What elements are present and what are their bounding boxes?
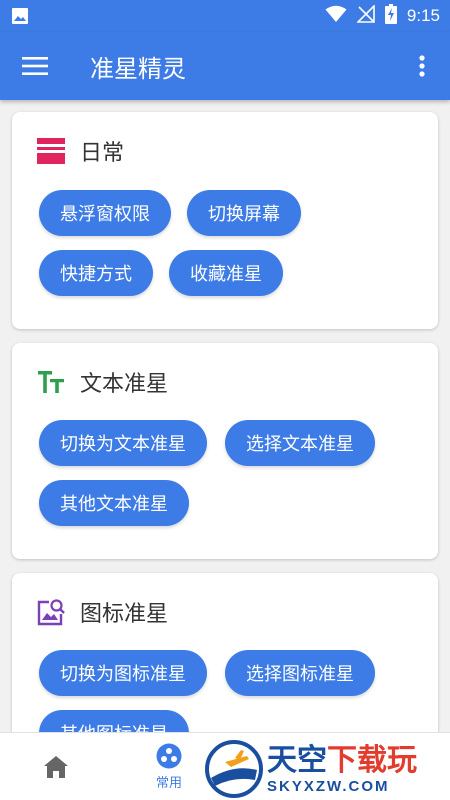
app-bar: 准星精灵 xyxy=(0,32,450,100)
nav-label-common: 常用 xyxy=(155,776,182,791)
other-icon-crosshair-button[interactable]: 其他图标准星 xyxy=(39,710,189,732)
other-text-crosshair-button[interactable]: 其他文本准星 xyxy=(39,480,189,526)
card-daily-title: 日常 xyxy=(80,141,125,166)
watermark-subtitle: SKYXZW.COM xyxy=(267,777,390,795)
status-bar: 9:15 xyxy=(0,0,450,32)
switch-to-text-crosshair-button[interactable]: 切换为文本准星 xyxy=(39,420,207,466)
gallery-notification-icon xyxy=(10,6,30,26)
switch-to-icon-crosshair-button[interactable]: 切换为图标准星 xyxy=(39,650,207,696)
card-daily: 日常 悬浮窗权限 切换屏幕 快捷方式 收藏准星 xyxy=(12,112,438,329)
menu-button[interactable] xyxy=(0,32,70,100)
overlay-permission-button[interactable]: 悬浮窗权限 xyxy=(39,190,171,236)
text-icon xyxy=(36,367,66,397)
card-icon-crosshair: 图标准星 切换为图标准星 选择图标准星 其他图标准星 xyxy=(12,573,438,732)
nav-item-common[interactable]: 常用 xyxy=(138,733,200,800)
app-title: 准星精灵 xyxy=(90,54,186,83)
home-icon xyxy=(44,756,68,778)
card-icon-title: 图标准星 xyxy=(80,602,169,627)
select-icon-crosshair-button[interactable]: 选择图标准星 xyxy=(225,650,375,696)
watermark-emblem-icon xyxy=(205,740,263,798)
card-text-title: 文本准星 xyxy=(80,372,169,397)
card-daily-header: 日常 xyxy=(36,134,124,168)
favorite-crosshair-button[interactable]: 收藏准星 xyxy=(169,250,283,296)
card-icon-header: 图标准星 xyxy=(36,595,168,629)
card-text-header: 文本准星 xyxy=(36,365,168,399)
shortcut-button[interactable]: 快捷方式 xyxy=(39,250,153,296)
common-icon xyxy=(156,743,182,769)
battery-charging-icon xyxy=(384,4,397,28)
select-text-crosshair-button[interactable]: 选择文本准星 xyxy=(225,420,375,466)
card-text-crosshair: 文本准星 切换为文本准星 选择文本准星 其他文本准星 xyxy=(12,343,438,559)
wifi-icon xyxy=(325,5,347,27)
image-search-icon xyxy=(36,597,66,627)
nav-item-home[interactable] xyxy=(26,733,86,800)
hamburger-menu-icon xyxy=(22,57,48,75)
more-vert-icon xyxy=(419,55,425,77)
status-time: 9:15 xyxy=(406,6,440,25)
no-signal-icon xyxy=(355,4,375,27)
daily-icon xyxy=(36,136,66,166)
watermark-logo: 天空下载玩 SKYXZW.COM xyxy=(205,738,450,800)
content-area[interactable]: 日常 悬浮窗权限 切换屏幕 快捷方式 收藏准星 文本准星 切换为文本准星 选择文… xyxy=(0,100,450,732)
watermark-title-2: 下载玩 xyxy=(327,742,417,778)
more-options-button[interactable] xyxy=(394,32,450,100)
watermark-title-1: 天空 xyxy=(267,742,327,778)
switch-screen-button[interactable]: 切换屏幕 xyxy=(187,190,301,236)
